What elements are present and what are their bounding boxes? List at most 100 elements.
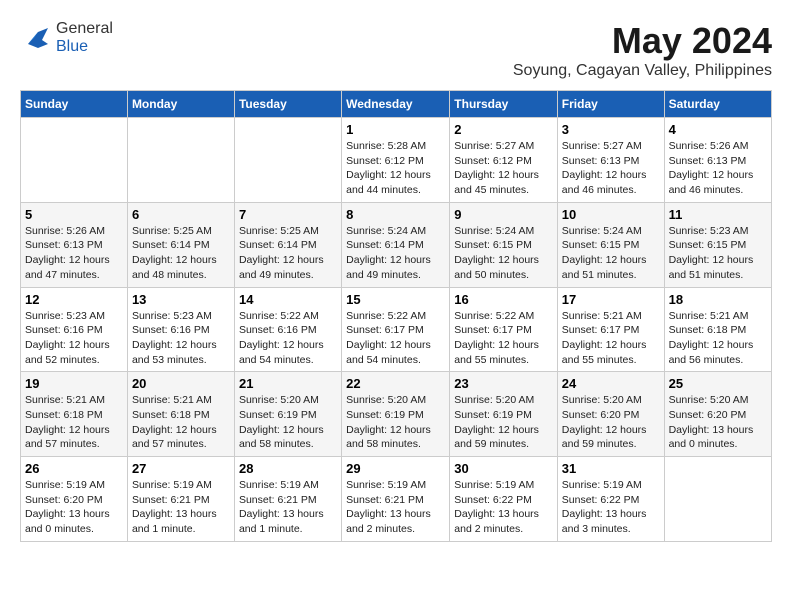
day-info: Sunrise: 5:20 AM Sunset: 6:20 PM Dayligh… <box>669 393 767 452</box>
day-info: Sunrise: 5:25 AM Sunset: 6:14 PM Dayligh… <box>239 224 337 283</box>
calendar-week-1: 1Sunrise: 5:28 AM Sunset: 6:12 PM Daylig… <box>21 118 772 203</box>
title-area: May 2024 Soyung, Cagayan Valley, Philipp… <box>513 20 772 80</box>
calendar-cell: 16 Sunrise: 5:22 AM Sunset: 6:17 PM Dayli… <box>450 287 558 372</box>
calendar-cell: 28 Sunrise: 5:19 AM Sunset: 6:21 PM Dayli… <box>234 457 341 542</box>
weekday-header-sunday: Sunday <box>21 91 128 118</box>
calendar-cell: 25Sunrise: 5:20 AM Sunset: 6:20 PM Dayli… <box>664 372 771 457</box>
calendar-cell <box>234 118 341 203</box>
day-info: Sunrise: 5:23 AM Sunset: 6:16 PM Dayligh… <box>132 309 230 368</box>
month-title: May 2024 <box>513 20 772 62</box>
location-title: Soyung, Cagayan Valley, Philippines <box>513 62 772 80</box>
calendar-cell <box>664 457 771 542</box>
calendar-cell: 7Sunrise: 5:25 AM Sunset: 6:14 PM Daylig… <box>234 202 341 287</box>
calendar-cell: 1Sunrise: 5:28 AM Sunset: 6:12 PM Daylig… <box>342 118 450 203</box>
calendar-cell: 5Sunrise: 5:26 AM Sunset: 6:13 PM Daylig… <box>21 202 128 287</box>
logo-blue-text: Blue <box>56 38 88 55</box>
weekday-header-saturday: Saturday <box>664 91 771 118</box>
calendar-cell: 8 Sunrise: 5:24 AM Sunset: 6:14 PM Daylig… <box>342 202 450 287</box>
day-info: Sunrise: 5:26 AM Sunset: 6:13 PM Dayligh… <box>669 139 767 198</box>
day-number: 18 <box>669 292 767 307</box>
day-number: 21 <box>239 376 337 391</box>
day-number: 19 <box>25 376 123 391</box>
day-number: 22 <box>346 376 445 391</box>
calendar-cell: 6Sunrise: 5:25 AM Sunset: 6:14 PM Daylig… <box>127 202 234 287</box>
logo-icon <box>20 24 52 52</box>
day-info: Sunrise: 5:24 AM Sunset: 6:14 PM Dayligh… <box>346 224 445 283</box>
weekday-header-tuesday: Tuesday <box>234 91 341 118</box>
day-number: 14 <box>239 292 337 307</box>
weekday-header-thursday: Thursday <box>450 91 558 118</box>
day-number: 26 <box>25 461 123 476</box>
day-info: Sunrise: 5:20 AM Sunset: 6:19 PM Dayligh… <box>454 393 553 452</box>
day-number: 20 <box>132 376 230 391</box>
day-number: 8 <box>346 207 445 222</box>
calendar-cell: 19 Sunrise: 5:21 AM Sunset: 6:18 PM Dayli… <box>21 372 128 457</box>
day-info: Sunrise: 5:19 AM Sunset: 6:20 PM Dayligh… <box>25 478 123 537</box>
day-number: 28 <box>239 461 337 476</box>
calendar-cell: 29 Sunrise: 5:19 AM Sunset: 6:21 PM Dayli… <box>342 457 450 542</box>
day-info: Sunrise: 5:20 AM Sunset: 6:20 PM Dayligh… <box>562 393 660 452</box>
calendar-cell: 17 Sunrise: 5:21 AM Sunset: 6:17 PM Dayli… <box>557 287 664 372</box>
day-number: 12 <box>25 292 123 307</box>
day-number: 29 <box>346 461 445 476</box>
calendar-week-4: 19 Sunrise: 5:21 AM Sunset: 6:18 PM Dayli… <box>21 372 772 457</box>
calendar-cell: 24 Sunrise: 5:20 AM Sunset: 6:20 PM Dayli… <box>557 372 664 457</box>
day-info: Sunrise: 5:20 AM Sunset: 6:19 PM Dayligh… <box>346 393 445 452</box>
weekday-header-wednesday: Wednesday <box>342 91 450 118</box>
logo: General Blue <box>20 20 113 56</box>
day-number: 4 <box>669 122 767 137</box>
day-info: Sunrise: 5:22 AM Sunset: 6:16 PM Dayligh… <box>239 309 337 368</box>
day-number: 5 <box>25 207 123 222</box>
calendar-cell: 12 Sunrise: 5:23 AM Sunset: 6:16 PM Dayli… <box>21 287 128 372</box>
calendar-cell: 22 Sunrise: 5:20 AM Sunset: 6:19 PM Dayli… <box>342 372 450 457</box>
day-number: 9 <box>454 207 553 222</box>
day-number: 17 <box>562 292 660 307</box>
day-info: Sunrise: 5:19 AM Sunset: 6:21 PM Dayligh… <box>132 478 230 537</box>
calendar-week-5: 26 Sunrise: 5:19 AM Sunset: 6:20 PM Dayli… <box>21 457 772 542</box>
day-info: Sunrise: 5:19 AM Sunset: 6:22 PM Dayligh… <box>454 478 553 537</box>
calendar-cell <box>21 118 128 203</box>
day-number: 23 <box>454 376 553 391</box>
day-info: Sunrise: 5:27 AM Sunset: 6:13 PM Dayligh… <box>562 139 660 198</box>
calendar-cell: 2Sunrise: 5:27 AM Sunset: 6:12 PM Daylig… <box>450 118 558 203</box>
day-number: 6 <box>132 207 230 222</box>
calendar-cell: 15 Sunrise: 5:22 AM Sunset: 6:17 PM Dayli… <box>342 287 450 372</box>
calendar-week-2: 5Sunrise: 5:26 AM Sunset: 6:13 PM Daylig… <box>21 202 772 287</box>
calendar: SundayMondayTuesdayWednesdayThursdayFrid… <box>20 90 772 542</box>
day-number: 13 <box>132 292 230 307</box>
day-info: Sunrise: 5:21 AM Sunset: 6:17 PM Dayligh… <box>562 309 660 368</box>
day-info: Sunrise: 5:21 AM Sunset: 6:18 PM Dayligh… <box>25 393 123 452</box>
day-number: 16 <box>454 292 553 307</box>
calendar-cell: 23 Sunrise: 5:20 AM Sunset: 6:19 PM Dayli… <box>450 372 558 457</box>
calendar-cell: 4 Sunrise: 5:26 AM Sunset: 6:13 PM Daylig… <box>664 118 771 203</box>
day-info: Sunrise: 5:23 AM Sunset: 6:16 PM Dayligh… <box>25 309 123 368</box>
calendar-cell: 3Sunrise: 5:27 AM Sunset: 6:13 PM Daylig… <box>557 118 664 203</box>
day-info: Sunrise: 5:19 AM Sunset: 6:22 PM Dayligh… <box>562 478 660 537</box>
day-info: Sunrise: 5:21 AM Sunset: 6:18 PM Dayligh… <box>132 393 230 452</box>
calendar-cell: 14 Sunrise: 5:22 AM Sunset: 6:16 PM Dayli… <box>234 287 341 372</box>
calendar-cell: 11 Sunrise: 5:23 AM Sunset: 6:15 PM Dayli… <box>664 202 771 287</box>
day-number: 2 <box>454 122 553 137</box>
header: General Blue May 2024 Soyung, Cagayan Va… <box>20 20 772 80</box>
day-info: Sunrise: 5:19 AM Sunset: 6:21 PM Dayligh… <box>346 478 445 537</box>
calendar-cell <box>127 118 234 203</box>
weekday-header-friday: Friday <box>557 91 664 118</box>
day-number: 24 <box>562 376 660 391</box>
calendar-week-3: 12 Sunrise: 5:23 AM Sunset: 6:16 PM Dayli… <box>21 287 772 372</box>
day-info: Sunrise: 5:23 AM Sunset: 6:15 PM Dayligh… <box>669 224 767 283</box>
day-info: Sunrise: 5:19 AM Sunset: 6:21 PM Dayligh… <box>239 478 337 537</box>
day-info: Sunrise: 5:20 AM Sunset: 6:19 PM Dayligh… <box>239 393 337 452</box>
day-info: Sunrise: 5:22 AM Sunset: 6:17 PM Dayligh… <box>454 309 553 368</box>
day-info: Sunrise: 5:28 AM Sunset: 6:12 PM Dayligh… <box>346 139 445 198</box>
weekday-header-monday: Monday <box>127 91 234 118</box>
day-info: Sunrise: 5:21 AM Sunset: 6:18 PM Dayligh… <box>669 309 767 368</box>
day-info: Sunrise: 5:22 AM Sunset: 6:17 PM Dayligh… <box>346 309 445 368</box>
calendar-cell: 20 Sunrise: 5:21 AM Sunset: 6:18 PM Dayli… <box>127 372 234 457</box>
day-info: Sunrise: 5:24 AM Sunset: 6:15 PM Dayligh… <box>454 224 553 283</box>
day-number: 31 <box>562 461 660 476</box>
day-number: 10 <box>562 207 660 222</box>
calendar-cell: 26 Sunrise: 5:19 AM Sunset: 6:20 PM Dayli… <box>21 457 128 542</box>
day-number: 15 <box>346 292 445 307</box>
calendar-cell: 21 Sunrise: 5:20 AM Sunset: 6:19 PM Dayli… <box>234 372 341 457</box>
day-number: 11 <box>669 207 767 222</box>
